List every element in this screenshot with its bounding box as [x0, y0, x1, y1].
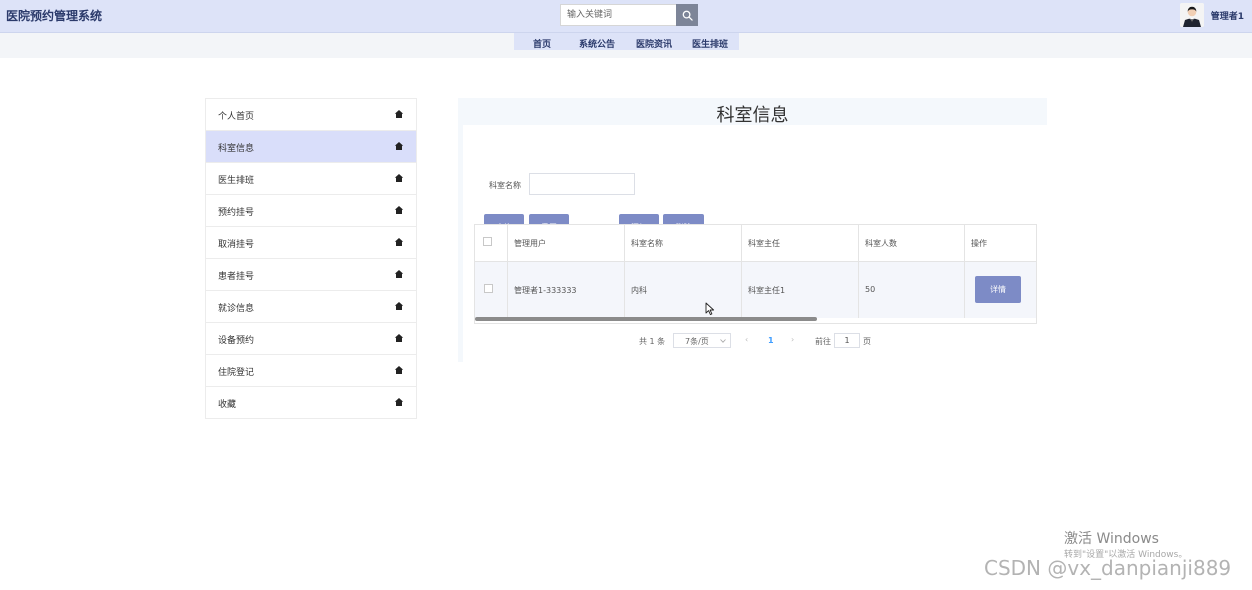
sidebar-item-label: 收藏 [218, 400, 237, 410]
header-dept-name: 科室名称 [631, 239, 663, 248]
header-action: 操作 [971, 239, 987, 248]
sidebar-item-visit-info[interactable]: 就诊信息 [206, 291, 416, 323]
page-number-current[interactable]: 1 [768, 336, 774, 345]
user-avatar-icon [1179, 3, 1204, 27]
goto-page-input[interactable]: 1 [834, 333, 860, 348]
sidebar: 个人首页 科室信息 医生排班 预约挂号 取消挂号 患者挂号 就诊信息 设备预约 … [205, 98, 417, 419]
csdn-watermark: CSDN @vx_danpianji889 [984, 556, 1232, 580]
top-bar: 医院预约管理系统 管理者1 [0, 0, 1252, 33]
home-icon [394, 334, 404, 342]
prev-page-icon[interactable]: ‹ [745, 335, 748, 344]
page-suffix: 页 [863, 337, 871, 346]
dept-name-input[interactable] [529, 173, 635, 195]
cell-dept-name: 内科 [631, 286, 647, 295]
horizontal-scrollbar[interactable] [475, 317, 817, 321]
page-size-value: 7条/页 [685, 337, 709, 346]
select-all-checkbox[interactable] [483, 237, 492, 246]
sidebar-item-appointment[interactable]: 预约挂号 [206, 195, 416, 227]
pagination-total: 共 1 条 [639, 337, 666, 346]
home-icon [394, 110, 404, 118]
table-row[interactable]: 管理者1-333333 内科 科室主任1 50 详情 [475, 262, 1036, 318]
dept-name-label: 科室名称 [489, 181, 521, 190]
search-input[interactable] [560, 4, 676, 26]
department-table: 管理用户 科室名称 科室主任 科室人数 操作 管理者1-333333 内科 科室… [474, 224, 1037, 324]
next-page-icon[interactable]: › [791, 335, 794, 344]
sidebar-item-doctor-schedule[interactable]: 医生排班 [206, 163, 416, 195]
home-icon [394, 174, 404, 182]
main-panel: 科室信息 科室名称 查询 重置 添加 删除 管理用户 科室名称 科室主任 科室人… [458, 98, 1047, 362]
nav-item-news[interactable]: 医院资讯 [636, 37, 672, 50]
user-name[interactable]: 管理者1 [1211, 9, 1244, 22]
sidebar-item-profile[interactable]: 个人首页 [206, 99, 416, 131]
sidebar-item-hospitalization[interactable]: 住院登记 [206, 355, 416, 387]
header-cell: 操作 [965, 225, 1036, 261]
goto-label: 前往 [815, 337, 831, 346]
header-cell: 科室主任 [742, 225, 859, 261]
row-cell: 内科 [625, 262, 742, 318]
row-cell: 详情 [965, 262, 1036, 318]
sidebar-item-label: 取消挂号 [218, 240, 255, 250]
nav-item-home[interactable]: 首页 [533, 37, 551, 50]
page-title: 科室信息 [716, 105, 789, 126]
sidebar-item-label: 个人首页 [218, 112, 255, 122]
header-cell: 科室名称 [625, 225, 742, 261]
row-cell: 50 [859, 262, 965, 318]
row-cell: 管理者1-333333 [508, 262, 625, 318]
main-nav: 首页 系统公告 医院资讯 医生排班 [514, 33, 739, 50]
search-box [560, 4, 698, 26]
home-icon [394, 206, 404, 214]
home-icon [394, 142, 404, 150]
cell-user: 管理者1-333333 [514, 286, 577, 295]
search-button[interactable] [676, 4, 698, 26]
windows-activation-watermark: 激活 Windows [1064, 531, 1159, 547]
home-icon [394, 270, 404, 278]
nav-item-announcements[interactable]: 系统公告 [579, 37, 615, 50]
sidebar-item-label: 预约挂号 [218, 208, 255, 218]
sidebar-item-label: 患者挂号 [218, 272, 255, 282]
chevron-down-icon [720, 339, 726, 343]
sidebar-item-cancel-appointment[interactable]: 取消挂号 [206, 227, 416, 259]
sidebar-item-departments[interactable]: 科室信息 [206, 131, 416, 163]
header-cell: 科室人数 [859, 225, 965, 261]
row-cell: 科室主任1 [742, 262, 859, 318]
detail-button[interactable]: 详情 [975, 276, 1021, 303]
cell-count: 50 [865, 285, 876, 294]
header-select-cell [475, 225, 508, 261]
sidebar-item-label: 设备预约 [218, 336, 255, 346]
avatar[interactable] [1179, 3, 1204, 27]
table-header: 管理用户 科室名称 科室主任 科室人数 操作 [475, 225, 1036, 262]
sidebar-item-equipment-booking[interactable]: 设备预约 [206, 323, 416, 355]
sidebar-item-label: 科室信息 [218, 144, 255, 154]
sidebar-item-label: 住院登记 [218, 368, 255, 378]
header-director: 科室主任 [748, 239, 780, 248]
nav-item-schedule[interactable]: 医生排班 [692, 37, 728, 50]
sidebar-item-patient-registration[interactable]: 患者挂号 [206, 259, 416, 291]
header-count: 科室人数 [865, 239, 897, 248]
row-checkbox[interactable] [484, 284, 493, 293]
search-icon [682, 10, 693, 21]
mouse-cursor-icon [705, 302, 715, 316]
user-area[interactable]: 管理者1 [1179, 0, 1244, 30]
home-icon [394, 302, 404, 310]
app-title: 医院预约管理系统 [6, 9, 103, 23]
home-icon [394, 398, 404, 406]
page-size-select[interactable]: 7条/页 [673, 333, 731, 348]
header-cell: 管理用户 [508, 225, 625, 261]
header-user: 管理用户 [514, 239, 546, 248]
cell-director: 科室主任1 [748, 286, 786, 295]
row-select-cell [475, 262, 508, 318]
sidebar-item-label: 就诊信息 [218, 304, 255, 314]
pagination: 共 1 条 7条/页 ‹ 1 › 前往 1 页 [458, 333, 1047, 353]
nav-band: 首页 系统公告 医院资讯 医生排班 [0, 33, 1252, 58]
home-icon [394, 238, 404, 246]
home-icon [394, 366, 404, 374]
sidebar-item-favorites[interactable]: 收藏 [206, 387, 416, 418]
sidebar-item-label: 医生排班 [218, 176, 255, 186]
